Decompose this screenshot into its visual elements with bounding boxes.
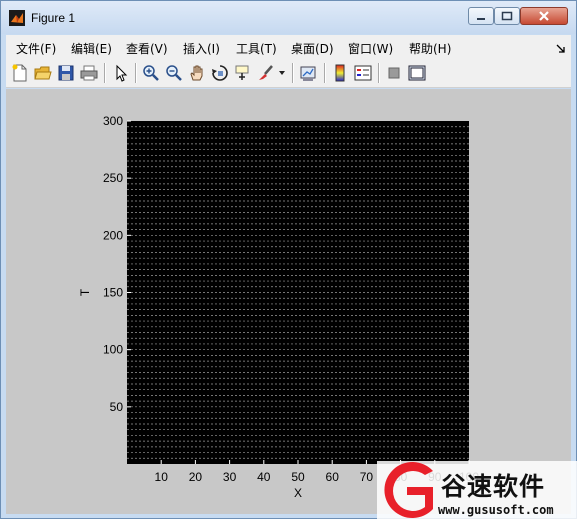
y-tick-label: 200	[103, 228, 123, 242]
watermark-url: www.gususoft.com	[438, 503, 554, 517]
heatmap-plot[interactable]: 50100150200250300102030405060708090100XT	[6, 89, 571, 514]
close-icon	[539, 11, 549, 21]
close-button[interactable]	[520, 7, 568, 25]
figure-window: Figure 1 文件(F) 编辑(E) 查看(V) 插入(I) 工具(T) 桌…	[0, 0, 577, 519]
rotate-3d-icon[interactable]	[211, 64, 229, 82]
link-plot-icon[interactable]	[299, 64, 317, 82]
x-tick-label: 30	[223, 470, 237, 484]
brush-dropdown-icon[interactable]	[279, 71, 285, 75]
toolbar-separator	[135, 63, 137, 83]
menu-file[interactable]: 文件(F)	[16, 40, 56, 57]
toolbar-separator	[324, 63, 326, 83]
toolbar-separator	[292, 63, 294, 83]
colorbar-icon[interactable]	[331, 64, 349, 82]
y-tick-label: 100	[103, 343, 123, 357]
x-axis-label: X	[294, 486, 302, 500]
menu-tools[interactable]: 工具(T)	[236, 40, 277, 57]
menu-insert[interactable]: 插入(I)	[183, 40, 220, 57]
minimize-button[interactable]	[468, 7, 494, 25]
zoom-out-icon[interactable]	[165, 64, 183, 82]
zoom-in-icon[interactable]	[142, 64, 160, 82]
dock-arrow-icon[interactable]	[556, 43, 566, 53]
y-tick-label: 250	[103, 171, 123, 185]
figure-canvas: 50100150200250300102030405060708090100XT	[6, 89, 571, 514]
x-tick-label: 70	[360, 470, 374, 484]
new-figure-icon[interactable]	[11, 64, 29, 82]
y-tick-label: 300	[103, 114, 123, 128]
figure-toolbar	[6, 58, 571, 88]
watermark-brand: 谷速软件	[441, 472, 546, 501]
hide-tools-icon[interactable]	[385, 64, 403, 82]
select-arrow-icon[interactable]	[112, 64, 130, 82]
brush-icon[interactable]	[257, 64, 275, 82]
save-icon[interactable]	[57, 64, 75, 82]
menu-view[interactable]: 查看(V)	[126, 40, 168, 57]
plot-background	[127, 121, 469, 464]
menu-bar: 文件(F) 编辑(E) 查看(V) 插入(I) 工具(T) 桌面(D) 窗口(W…	[6, 35, 571, 58]
toolbar-separator	[378, 63, 380, 83]
maximize-icon	[501, 11, 513, 21]
window-title: Figure 1	[31, 11, 76, 25]
minimize-icon	[477, 18, 485, 20]
open-file-icon[interactable]	[34, 64, 52, 82]
show-tools-icon[interactable]	[408, 64, 426, 82]
toolbar-separator	[104, 63, 106, 83]
x-tick-label: 40	[257, 470, 271, 484]
y-tick-label: 150	[103, 286, 123, 300]
x-tick-label: 20	[189, 470, 203, 484]
y-tick-label: 50	[110, 400, 124, 414]
pan-hand-icon[interactable]	[188, 64, 206, 82]
x-tick-label: 50	[291, 470, 305, 484]
matlab-logo-icon	[9, 10, 25, 26]
menu-edit[interactable]: 编辑(E)	[71, 40, 112, 57]
menu-window[interactable]: 窗口(W)	[348, 40, 393, 57]
menu-help[interactable]: 帮助(H)	[409, 40, 451, 57]
x-tick-label: 60	[326, 470, 340, 484]
print-icon[interactable]	[80, 64, 98, 82]
maximize-button[interactable]	[494, 7, 520, 25]
y-axis-label: T	[78, 288, 92, 296]
legend-icon[interactable]	[354, 64, 372, 82]
data-cursor-icon[interactable]	[234, 64, 252, 82]
x-tick-label: 10	[155, 470, 169, 484]
menu-desktop[interactable]: 桌面(D)	[291, 40, 334, 57]
title-bar[interactable]: Figure 1	[1, 1, 576, 34]
